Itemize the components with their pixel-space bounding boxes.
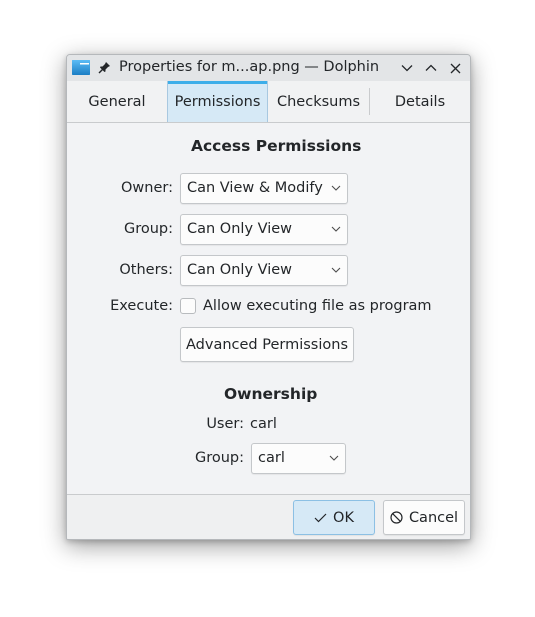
permissions-page: Access Permissions Owner: Can View & Mod… [67, 123, 470, 494]
execute-label: Execute: [110, 298, 173, 314]
cancel-icon [390, 511, 403, 524]
others-permission-select[interactable]: Can Only View [180, 255, 348, 286]
tab-label: General [88, 93, 146, 110]
group-permission-value: Can Only View [187, 221, 293, 237]
ownership-group-value: carl [258, 450, 285, 466]
ok-button[interactable]: OK [293, 500, 375, 535]
minimize-button[interactable] [397, 58, 417, 78]
title-bar[interactable]: Properties for m...ap.png — Dolphin [67, 55, 470, 81]
group-permission-select[interactable]: Can Only View [180, 214, 348, 245]
user-value: carl [250, 416, 277, 432]
cancel-button[interactable]: Cancel [383, 500, 465, 535]
tab-label: Details [394, 93, 446, 110]
chevron-down-icon [331, 267, 341, 273]
properties-dialog: Properties for m...ap.png — Dolphin Gene… [66, 54, 471, 540]
tab-checksums[interactable]: Checksums [268, 81, 369, 122]
ownership-group-select[interactable]: carl [251, 443, 346, 474]
access-permissions-heading: Access Permissions [191, 137, 362, 155]
chevron-down-icon [331, 185, 341, 191]
tab-details[interactable]: Details [370, 81, 470, 122]
tab-label: Permissions [174, 93, 261, 110]
chevron-up-icon [425, 64, 437, 71]
owner-permission-value: Can View & Modify [187, 180, 323, 196]
pin-icon[interactable] [98, 61, 112, 75]
maximize-button[interactable] [421, 58, 441, 78]
close-icon [450, 63, 460, 73]
group-label: Group: [123, 221, 173, 237]
window-title: Properties for m...ap.png — Dolphin [119, 59, 380, 75]
advanced-permissions-button[interactable]: Advanced Permissions [180, 327, 354, 362]
tab-permissions[interactable]: Permissions [167, 81, 268, 122]
chevron-down-icon [329, 455, 339, 461]
chevron-down-icon [331, 226, 341, 232]
close-button[interactable] [445, 58, 465, 78]
others-label: Others: [119, 262, 173, 278]
folder-icon [72, 60, 90, 75]
checkmark-icon [314, 513, 327, 522]
owner-permission-select[interactable]: Can View & Modify [180, 173, 348, 204]
owner-label: Owner: [121, 180, 173, 196]
tab-general[interactable]: General [67, 81, 167, 122]
ownership-group-label: Group: [194, 450, 244, 466]
ok-label: OK [333, 509, 354, 526]
chevron-down-icon [401, 65, 413, 72]
tab-bar: General Permissions Checksums Details [67, 81, 470, 123]
cancel-label: Cancel [408, 509, 459, 526]
execute-checkbox[interactable] [180, 298, 196, 314]
user-label: User: [206, 416, 244, 432]
tab-label: Checksums [276, 93, 361, 110]
others-permission-value: Can Only View [187, 262, 293, 278]
ownership-heading: Ownership [224, 385, 318, 403]
dialog-button-box: OK Cancel [67, 494, 470, 539]
execute-checkbox-label[interactable]: Allow executing file as program [203, 298, 432, 314]
